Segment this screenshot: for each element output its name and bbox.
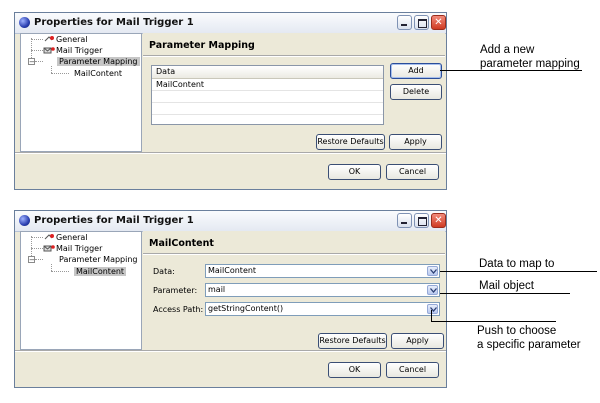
title-divider bbox=[143, 55, 445, 57]
title-bar[interactable]: Properties for Mail Trigger 1 ✕ bbox=[15, 211, 446, 232]
minimize-icon bbox=[401, 222, 407, 224]
title-divider bbox=[143, 253, 445, 255]
mail-content-panel: MailContent Data: MailContent Parameter:… bbox=[143, 231, 445, 350]
annotation-pointer-line bbox=[440, 293, 570, 294]
parameter-label: Parameter: bbox=[153, 286, 198, 295]
annotation-add-line1: Add a new bbox=[480, 44, 535, 56]
tree-connector bbox=[31, 237, 43, 238]
annotation-pointer-line bbox=[440, 271, 597, 272]
chevron-down-icon[interactable] bbox=[427, 266, 438, 276]
minimize-button[interactable] bbox=[397, 213, 412, 228]
annotation-data-note: Data to map to bbox=[479, 258, 555, 270]
chevron-down-icon[interactable] bbox=[427, 304, 438, 314]
annotation-add-line2: parameter mapping bbox=[480, 58, 580, 70]
tree-connector bbox=[31, 248, 43, 249]
property-tree: General Mail Trigger − Parameter Mapping… bbox=[20, 231, 142, 350]
apply-button[interactable]: Apply bbox=[389, 134, 442, 150]
restore-defaults-button[interactable]: Restore Defaults bbox=[318, 333, 387, 349]
panel-title: Parameter Mapping bbox=[149, 40, 255, 51]
properties-window-2: Properties for Mail Trigger 1 ✕ General … bbox=[14, 210, 447, 388]
minimize-button[interactable] bbox=[397, 15, 412, 30]
access-path-combo-value: getStringContent() bbox=[208, 304, 284, 313]
general-icon bbox=[44, 234, 54, 240]
data-label: Data: bbox=[153, 267, 175, 276]
parameter-mapping-panel: Parameter Mapping Data MailContent Add D… bbox=[143, 33, 445, 152]
annotation-mail-note: Mail object bbox=[479, 280, 534, 292]
app-icon bbox=[19, 215, 30, 226]
annotation-push-line1: Push to choose bbox=[477, 325, 557, 337]
cancel-button[interactable]: Cancel bbox=[386, 164, 439, 180]
access-path-combo[interactable]: getStringContent() bbox=[205, 302, 440, 316]
ok-button[interactable]: OK bbox=[328, 362, 381, 378]
data-combo-value: MailContent bbox=[208, 266, 257, 275]
app-icon bbox=[19, 17, 30, 28]
tree-item-general[interactable]: General bbox=[56, 233, 88, 242]
tree-connector bbox=[51, 271, 69, 272]
footer-divider bbox=[15, 152, 446, 154]
maximize-button[interactable] bbox=[414, 213, 429, 228]
parameter-combo-value: mail bbox=[208, 285, 226, 294]
maximize-button[interactable] bbox=[414, 15, 429, 30]
table-row bbox=[152, 103, 383, 115]
tree-connector bbox=[51, 264, 52, 271]
tree-item-mail-content[interactable]: MailContent bbox=[74, 267, 127, 276]
data-combo[interactable]: MailContent bbox=[205, 264, 440, 278]
maximize-icon bbox=[418, 19, 427, 28]
title-bar[interactable]: Properties for Mail Trigger 1 ✕ bbox=[15, 13, 446, 34]
apply-button[interactable]: Apply bbox=[391, 333, 444, 349]
tree-item-mail-trigger[interactable]: Mail Trigger bbox=[56, 46, 102, 55]
close-icon: ✕ bbox=[434, 215, 443, 226]
tree-item-mail-trigger[interactable]: Mail Trigger bbox=[56, 244, 102, 253]
collapse-icon[interactable]: − bbox=[28, 256, 35, 264]
mail-trigger-icon bbox=[43, 47, 55, 54]
annotation-push-line2: a specific parameter bbox=[477, 339, 581, 351]
close-button[interactable]: ✕ bbox=[431, 15, 446, 30]
ok-button[interactable]: OK bbox=[328, 164, 381, 180]
column-header-data[interactable]: Data bbox=[156, 67, 175, 76]
row-cell: MailContent bbox=[156, 80, 205, 89]
cancel-button[interactable]: Cancel bbox=[386, 362, 439, 378]
tree-connector bbox=[51, 66, 52, 73]
close-icon: ✕ bbox=[434, 17, 443, 28]
window-title: Properties for Mail Trigger 1 bbox=[34, 17, 194, 28]
chevron-down-icon[interactable] bbox=[427, 285, 438, 295]
tree-connector bbox=[35, 61, 43, 62]
tree-connector bbox=[31, 39, 43, 40]
restore-defaults-button[interactable]: Restore Defaults bbox=[316, 134, 385, 150]
annotation-pointer-line bbox=[431, 321, 556, 322]
access-path-label: Access Path: bbox=[153, 305, 204, 314]
collapse-icon[interactable]: − bbox=[28, 58, 35, 66]
table-row bbox=[152, 91, 383, 103]
tree-connector bbox=[35, 259, 43, 260]
tree-connector bbox=[51, 73, 69, 74]
tree-connector bbox=[31, 50, 43, 51]
maximize-icon bbox=[418, 217, 427, 226]
tree-item-general[interactable]: General bbox=[56, 35, 88, 44]
property-tree: General Mail Trigger − Parameter Mapping… bbox=[20, 33, 142, 152]
panel-title: MailContent bbox=[149, 238, 214, 249]
general-icon bbox=[44, 36, 54, 42]
footer-divider bbox=[15, 350, 446, 352]
add-button[interactable]: Add bbox=[390, 63, 442, 79]
mail-trigger-icon bbox=[43, 245, 55, 252]
minimize-icon bbox=[401, 24, 407, 26]
delete-button[interactable]: Delete bbox=[390, 84, 442, 100]
tree-item-parameter-mapping[interactable]: Parameter Mapping bbox=[57, 57, 140, 66]
window-title: Properties for Mail Trigger 1 bbox=[34, 215, 194, 226]
close-button[interactable]: ✕ bbox=[431, 213, 446, 228]
properties-window-1: Properties for Mail Trigger 1 ✕ General … bbox=[14, 12, 447, 190]
table-row[interactable]: MailContent bbox=[152, 79, 383, 91]
mapping-table[interactable]: Data MailContent bbox=[151, 65, 384, 125]
tree-item-parameter-mapping[interactable]: Parameter Mapping bbox=[59, 255, 138, 264]
parameter-combo[interactable]: mail bbox=[205, 283, 440, 297]
table-header: Data bbox=[152, 66, 383, 79]
tree-item-mail-content[interactable]: MailContent bbox=[74, 69, 122, 78]
annotation-pointer-line bbox=[440, 70, 582, 71]
